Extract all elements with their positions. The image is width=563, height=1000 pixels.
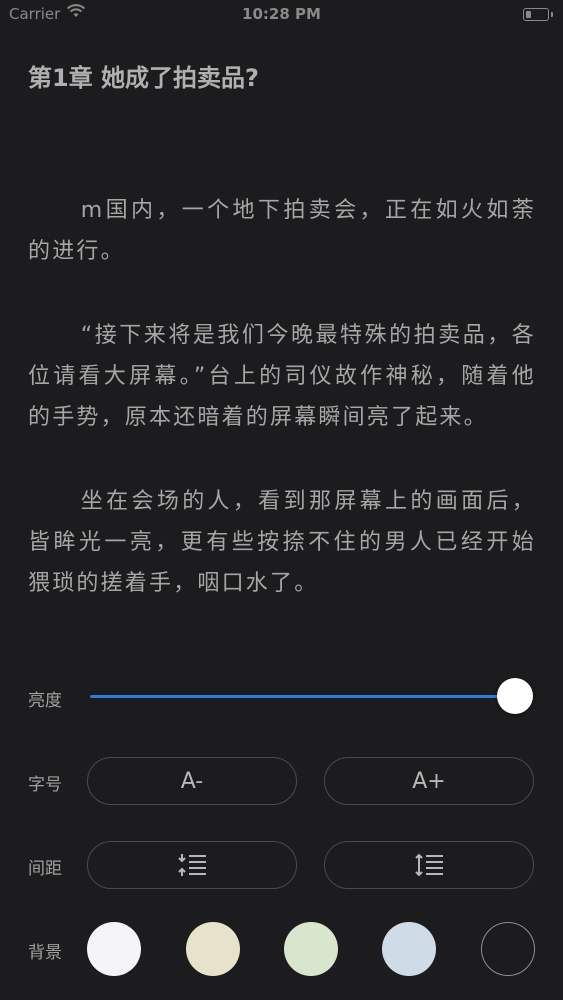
background-swatch-blue[interactable]	[382, 922, 436, 976]
background-swatch-dark[interactable]	[481, 922, 535, 976]
background-swatch-white[interactable]	[87, 922, 141, 976]
reading-settings-panel: 亮度 字号 A- A+ 间距 背景	[0, 648, 563, 1000]
clock: 10:28 PM	[242, 5, 321, 23]
spacing-increase-button[interactable]	[324, 841, 534, 889]
font-size-label: 字号	[28, 775, 62, 795]
font-size-decrease-button[interactable]: A-	[87, 757, 297, 805]
chapter-title: 第1章 她成了拍卖品?	[28, 64, 259, 92]
status-bar: Carrier 10:28 PM	[0, 0, 563, 30]
brightness-slider-track[interactable]	[90, 695, 516, 698]
brightness-slider-thumb[interactable]	[497, 678, 533, 714]
background-swatch-green[interactable]	[284, 922, 338, 976]
paragraph: m国内，一个地下拍卖会，正在如火如荼的进行。	[28, 198, 536, 264]
chapter-body: m国内，一个地下拍卖会，正在如火如荼的进行。 “接下来将是我们今晚最特殊的拍卖品…	[28, 190, 536, 647]
line-spacing-increase-icon	[414, 853, 444, 877]
font-size-increase-label: A+	[412, 768, 446, 794]
battery-icon	[523, 8, 553, 21]
paragraph: 坐在会场的人，看到那屏幕上的画面后，皆眸光一亮，更有些按捺不住的男人已经开始猥琐…	[28, 489, 536, 596]
background-label: 背景	[28, 943, 62, 963]
spacing-label: 间距	[28, 859, 62, 879]
line-spacing-decrease-icon	[177, 853, 207, 877]
font-size-decrease-label: A-	[180, 768, 204, 794]
paragraph: “接下来将是我们今晚最特殊的拍卖品，各位请看大屏幕。”台上的司仪故作神秘，随着他…	[28, 323, 536, 430]
brightness-label: 亮度	[28, 691, 62, 711]
spacing-decrease-button[interactable]	[87, 841, 297, 889]
font-size-increase-button[interactable]: A+	[324, 757, 534, 805]
background-swatch-beige[interactable]	[186, 922, 240, 976]
